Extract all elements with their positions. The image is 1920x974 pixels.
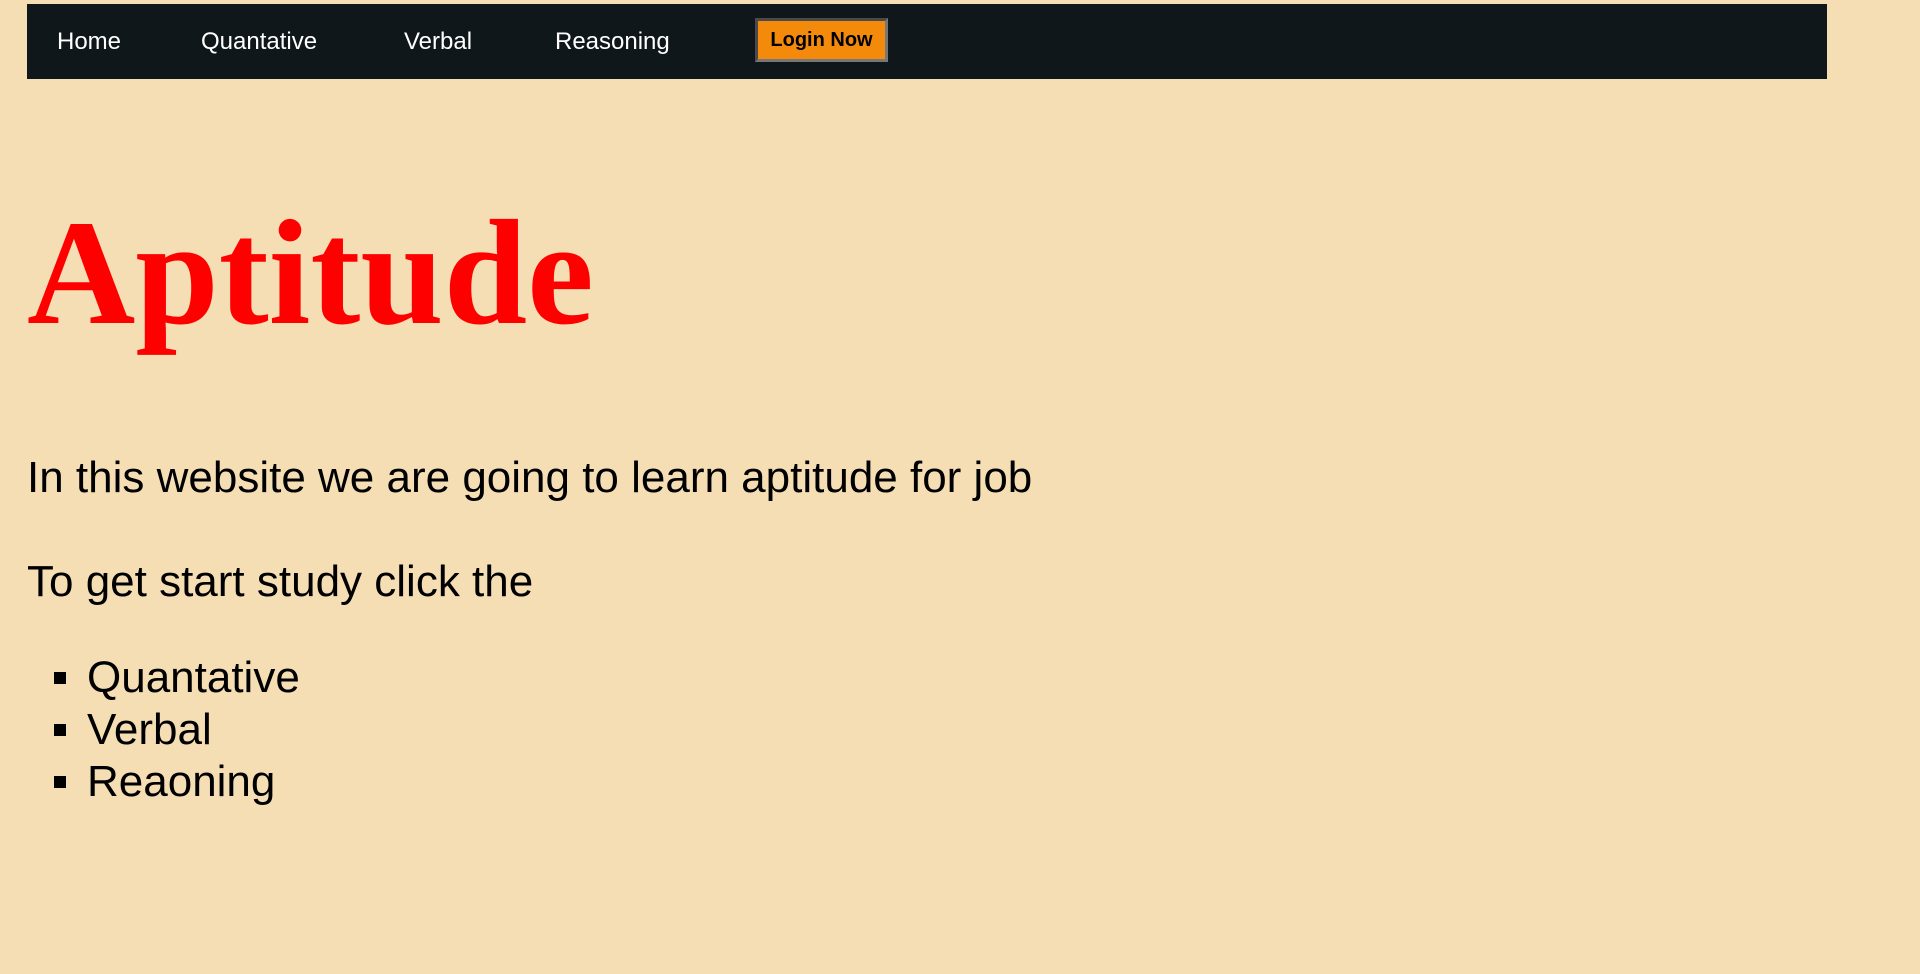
topic-label-reaoning: Reaoning: [87, 757, 276, 806]
square-bullet-icon: [54, 672, 66, 684]
study-prompt-text: To get start study click the: [27, 557, 534, 606]
login-now-button[interactable]: Login Now: [755, 18, 888, 62]
intro-text: In this website we are going to learn ap…: [27, 453, 1033, 502]
square-bullet-icon: [54, 724, 66, 736]
list-item: Verbal: [27, 704, 300, 756]
topic-label-verbal: Verbal: [87, 705, 212, 754]
nav-link-reasoning[interactable]: Reasoning: [555, 4, 670, 79]
nav-link-verbal[interactable]: Verbal: [404, 4, 472, 79]
nav-link-home[interactable]: Home: [57, 4, 121, 79]
nav-link-quantative[interactable]: Quantative: [201, 4, 317, 79]
list-item: Reaoning: [27, 756, 300, 808]
topic-label-quantative: Quantative: [87, 653, 300, 702]
list-item: Quantative: [27, 652, 300, 704]
top-navbar: Home Quantative Verbal Reasoning Login N…: [27, 4, 1827, 79]
square-bullet-icon: [54, 776, 66, 788]
topic-list: Quantative Verbal Reaoning: [27, 652, 300, 808]
page-title: Aptitude: [27, 190, 594, 356]
